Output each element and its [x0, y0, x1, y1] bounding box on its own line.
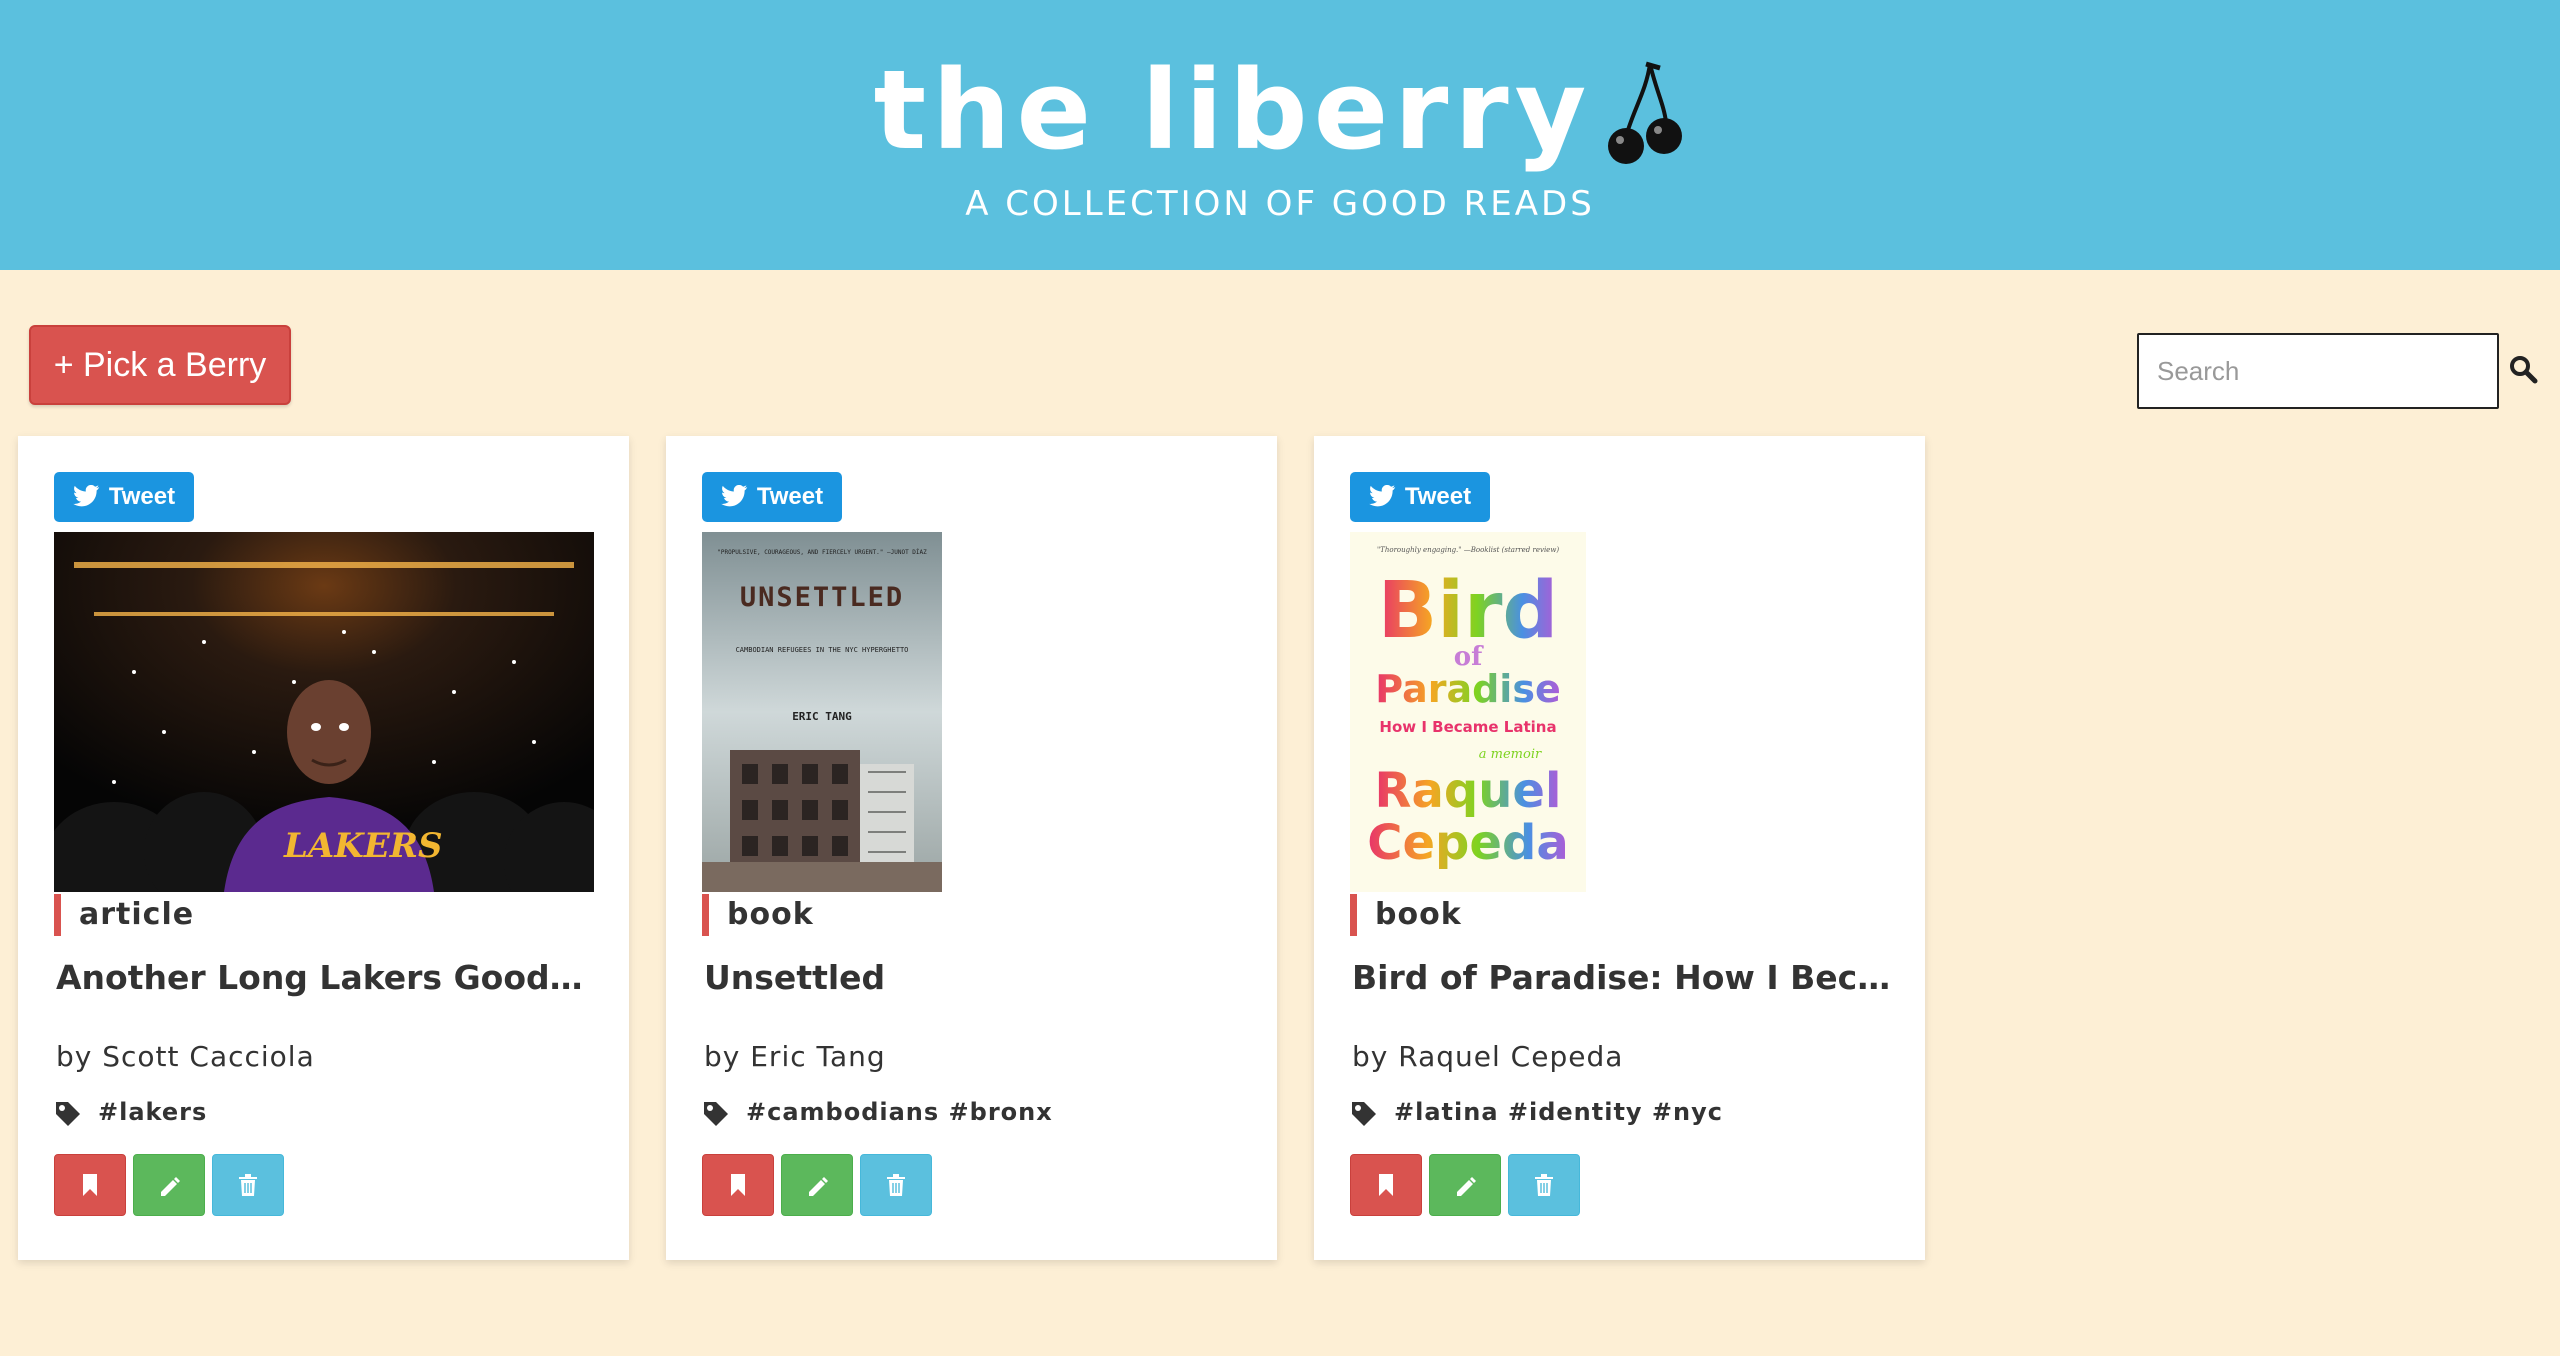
edit-button[interactable]: [133, 1154, 205, 1216]
card-author: by Raquel Cepeda: [1352, 1040, 1624, 1073]
edit-button[interactable]: [781, 1154, 853, 1216]
tweet-label: Tweet: [108, 483, 176, 510]
tweet-button[interactable]: Tweet: [54, 472, 194, 522]
card-tags[interactable]: #cambodians #bronx: [746, 1098, 1053, 1126]
site-tagline: A COLLECTION OF GOOD READS: [965, 184, 1595, 224]
cover-line7: Cepeda: [1367, 815, 1568, 871]
bookmark-icon: [83, 1174, 97, 1196]
search-input[interactable]: [2137, 333, 2499, 409]
tweet-button[interactable]: Tweet: [702, 472, 842, 522]
card-author: by Scott Cacciola: [56, 1040, 315, 1073]
cover-subtitle: CAMBODIAN REFUGEES IN THE NYC HYPERGHETT…: [736, 646, 909, 654]
trash-icon: [887, 1174, 905, 1196]
site-title: the liberry: [873, 46, 1593, 174]
trash-icon: [239, 1174, 257, 1196]
tweet-label: Tweet: [1404, 483, 1472, 510]
bookmark-button[interactable]: [1350, 1154, 1422, 1216]
tweet-button[interactable]: Tweet: [1350, 472, 1490, 522]
pencil-icon: [161, 1177, 180, 1196]
card-tags[interactable]: #lakers: [98, 1098, 207, 1126]
cover-line5: a memoir: [1479, 747, 1542, 762]
cover-blurb: "PROPULSIVE, COURAGEOUS, AND FIERCELY UR…: [717, 548, 927, 556]
trash-icon: [1535, 1174, 1553, 1196]
card-title[interactable]: Unsettled: [704, 958, 1254, 997]
kobe-bryant-photo: LAKERS: [54, 532, 594, 892]
cover-line6: Raquel: [1375, 763, 1562, 819]
site-header: the liberry A COLLECTION OF GOOD READS: [0, 0, 2560, 270]
reading-card: Tweet "PROPULSIVE, COURAGEOUS, AND FIERC…: [666, 436, 1277, 1260]
tag-icon: [704, 1102, 728, 1126]
cover-line3: Paradise: [1375, 667, 1560, 711]
card-author: by Eric Tang: [704, 1040, 886, 1073]
twitter-bird-icon: [1369, 485, 1396, 507]
card-title[interactable]: Bird of Paradise: How I Became Latina: [1352, 958, 1902, 997]
book-cover[interactable]: "PROPULSIVE, COURAGEOUS, AND FIERCELY UR…: [702, 532, 942, 892]
reading-card: Tweet "Thoroughly engaging." —Booklist (…: [1314, 436, 1925, 1260]
card-tags[interactable]: #latina #identity #nyc: [1394, 1098, 1723, 1126]
jersey-text: LAKERS: [283, 826, 443, 866]
cover-line4: How I Became Latina: [1379, 718, 1556, 736]
book-cover[interactable]: "Thoroughly engaging." —Booklist (starre…: [1350, 532, 1586, 892]
article-thumbnail[interactable]: LAKERS: [54, 532, 594, 892]
pencil-icon: [1457, 1177, 1476, 1196]
cover-title: UNSETTLED: [740, 582, 904, 613]
card-title[interactable]: Another Long Lakers Goodbye, for Kobe Br…: [56, 958, 606, 997]
bookmark-button[interactable]: [54, 1154, 126, 1216]
tag-icon: [56, 1102, 80, 1126]
reading-card: Tweet LAKERS article Another Long Lakers…: [18, 436, 629, 1260]
cover-author: ERIC TANG: [792, 710, 852, 723]
type-badge: article: [54, 894, 194, 936]
brand: the liberry: [0, 40, 2560, 180]
twitter-bird-icon: [721, 485, 748, 507]
bookmark-icon: [1379, 1174, 1393, 1196]
unsettled-cover: "PROPULSIVE, COURAGEOUS, AND FIERCELY UR…: [702, 532, 942, 892]
bird-of-paradise-cover: "Thoroughly engaging." —Booklist (starre…: [1350, 532, 1586, 892]
edit-button[interactable]: [1429, 1154, 1501, 1216]
type-badge: book: [1350, 894, 1462, 936]
tweet-label: Tweet: [756, 483, 824, 510]
bookmark-button[interactable]: [702, 1154, 774, 1216]
delete-button[interactable]: [860, 1154, 932, 1216]
search-icon[interactable]: [2508, 354, 2538, 384]
pencil-icon: [809, 1177, 828, 1196]
pick-a-berry-button[interactable]: + Pick a Berry: [29, 325, 291, 405]
delete-button[interactable]: [212, 1154, 284, 1216]
cherry-icon: [1608, 61, 1683, 164]
twitter-bird-icon: [73, 485, 100, 507]
cover-blurb: "Thoroughly engaging." —Booklist (starre…: [1377, 546, 1559, 554]
type-badge: book: [702, 894, 814, 936]
bookmark-icon: [731, 1174, 745, 1196]
tag-icon: [1352, 1102, 1376, 1126]
delete-button[interactable]: [1508, 1154, 1580, 1216]
